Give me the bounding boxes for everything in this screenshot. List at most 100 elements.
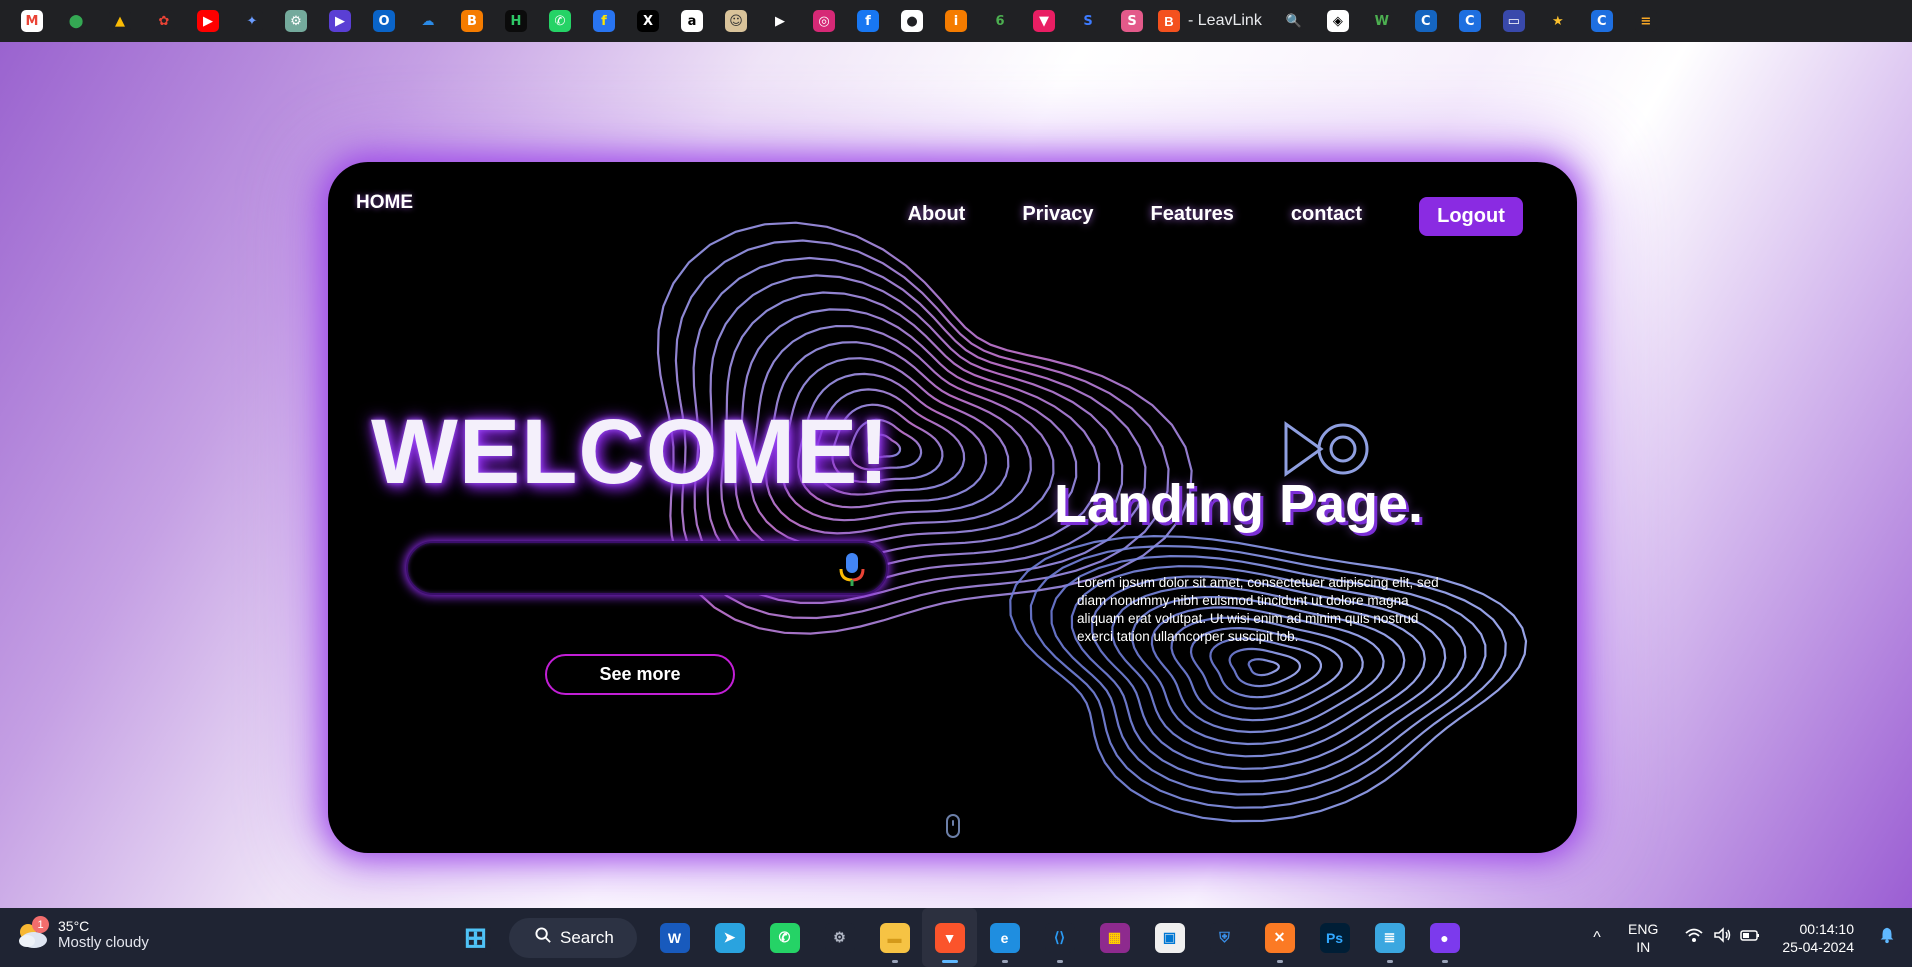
avatar-bookmark-icon[interactable]: ☺ — [714, 0, 758, 42]
nav-about[interactable]: About — [908, 203, 966, 226]
c-blue-2-icon[interactable]: C — [1580, 0, 1624, 42]
search-input[interactable] — [406, 541, 888, 595]
whatsapp-icon[interactable]: ✆ — [538, 0, 582, 42]
s-blue-icon-glyph: S — [1077, 10, 1099, 32]
nav-privacy[interactable]: Privacy — [1022, 203, 1093, 226]
outlook-icon[interactable]: O — [362, 0, 406, 42]
bookmark-leavlink-label: - LeavLink — [1188, 12, 1262, 29]
xampp-app-icon-glyph: ✕ — [1264, 922, 1295, 953]
battery-icon[interactable] — [1736, 925, 1764, 950]
logout-button[interactable]: Logout — [1419, 197, 1523, 236]
star-face-icon-glyph: ★ — [1546, 10, 1569, 32]
google-drive-icon-glyph: ▲ — [109, 10, 131, 32]
clock[interactable]: 00:14:10 25-04-2024 — [1782, 920, 1854, 956]
amazon-icon[interactable]: a — [670, 0, 714, 42]
chatgpt-icon[interactable]: ⚙ — [274, 0, 318, 42]
settings-app-icon-glyph: ⚙ — [824, 922, 855, 953]
c-blue-icon[interactable]: C — [1448, 0, 1492, 42]
s-gradient-icon[interactable]: S — [1110, 0, 1154, 42]
whatsapp-icon-glyph: ✆ — [549, 10, 571, 32]
landing-card: HOME About Privacy Features contact Logo… — [328, 162, 1577, 853]
w-green-icon[interactable]: W — [1360, 0, 1404, 42]
github-desktop-app-icon[interactable]: ● — [1417, 908, 1472, 967]
weather-widget[interactable]: 1 35°C Mostly cloudy — [14, 916, 149, 952]
search-bookmark-icon-glyph: 🔍 — [1282, 10, 1305, 32]
notification-bell-icon[interactable] — [1872, 926, 1902, 949]
bookmark-leavlink[interactable]: B - LeavLink — [1154, 0, 1272, 42]
microphone-icon[interactable] — [832, 549, 872, 589]
start-button[interactable]: ⊞ — [448, 908, 503, 967]
codepen-icon[interactable]: ◈ — [1316, 0, 1360, 42]
language-indicator[interactable]: ENG IN — [1628, 920, 1658, 956]
youtube-icon[interactable]: ▶ — [186, 0, 230, 42]
page-background: HOME About Privacy Features contact Logo… — [0, 42, 1912, 908]
wave-contour — [1228, 647, 1302, 688]
bookmarks-bar: M ⬤ ▲ ✿ ▶ ✦ ⚙ ▶ O ☁ B H ✆ f Xa ☺ ▶ ◎ f ● i 6 ▼ S S B - LeavLink 🔍 ◈ W… — [0, 0, 1912, 42]
weather-condition: Mostly cloudy — [58, 933, 149, 951]
stack-icon-glyph: ≡ — [1634, 10, 1657, 32]
gemini-icon[interactable]: ✦ — [230, 0, 274, 42]
scroll-mouse-icon[interactable] — [946, 814, 960, 838]
top-nav: About Privacy Features contact Logout — [908, 192, 1523, 236]
github-icon[interactable]: ● — [890, 0, 934, 42]
instagram-icon[interactable]: ◎ — [802, 0, 846, 42]
file-explorer-app-icon[interactable]: ▬ — [867, 908, 922, 967]
gemini-icon-glyph: ✦ — [241, 10, 263, 32]
volume-icon[interactable] — [1708, 925, 1736, 950]
orange-i-icon[interactable]: i — [934, 0, 978, 42]
google-maps-icon[interactable]: ⬤ — [54, 0, 98, 42]
xampp-app-icon[interactable]: ✕ — [1252, 908, 1307, 967]
store-app-icon[interactable]: ▣ — [1142, 908, 1197, 967]
photoshop-app-icon[interactable]: Ps — [1307, 908, 1362, 967]
chevron-up-icon[interactable]: ^ — [1582, 929, 1612, 947]
telegram-app-icon[interactable]: ➤ — [702, 908, 757, 967]
cet-icon[interactable]: C — [1404, 0, 1448, 42]
wifi-icon[interactable] — [1680, 925, 1708, 950]
wave-contour — [1209, 637, 1322, 699]
running-indicator — [1441, 960, 1448, 963]
home-link[interactable]: HOME — [356, 192, 413, 214]
hackerrank-icon-glyph: H — [505, 10, 527, 32]
vscode-app-icon[interactable]: ⟨⟩ — [1032, 908, 1087, 967]
google-drive-icon[interactable]: ▲ — [98, 0, 142, 42]
facebook-icon[interactable]: f — [846, 0, 890, 42]
google-photos-icon[interactable]: ✿ — [142, 0, 186, 42]
word-app-icon[interactable]: W — [647, 908, 702, 967]
settings-app-icon[interactable]: ⚙ — [812, 908, 867, 967]
running-indicator — [891, 960, 898, 963]
pink-bookmark-icon[interactable]: ▼ — [1022, 0, 1066, 42]
stack-icon[interactable]: ≡ — [1624, 0, 1668, 42]
weather-temp: 35°C — [58, 917, 90, 934]
edge-app-icon[interactable]: e — [977, 908, 1032, 967]
onedrive-icon-glyph: ☁ — [417, 10, 439, 32]
flipkart-icon[interactable]: f — [582, 0, 626, 42]
brave-app-icon[interactable]: ▼ — [922, 908, 977, 967]
blogger-icon[interactable]: B — [450, 0, 494, 42]
s-blue-icon[interactable]: S — [1066, 0, 1110, 42]
star-face-icon[interactable]: ★ — [1536, 0, 1580, 42]
x-twitter-icon[interactable]: X — [626, 0, 670, 42]
nav-contact[interactable]: contact — [1291, 203, 1362, 226]
nav-features[interactable]: Features — [1151, 203, 1234, 226]
gmail-icon[interactable]: M — [10, 0, 54, 42]
whatsapp-app-icon[interactable]: ✆ — [757, 908, 812, 967]
search-bookmark-icon[interactable]: 🔍 — [1272, 0, 1316, 42]
swirl-icon[interactable]: 6 — [978, 0, 1022, 42]
window-icon[interactable]: ▭ — [1492, 0, 1536, 42]
hackerrank-icon[interactable]: H — [494, 0, 538, 42]
welcome-heading: WELCOME! — [371, 401, 891, 503]
see-more-button[interactable]: See more — [545, 654, 735, 695]
onedrive-icon[interactable]: ☁ — [406, 0, 450, 42]
google-photos-icon-glyph: ✿ — [153, 10, 175, 32]
winrar-app-icon[interactable]: ▦ — [1087, 908, 1142, 967]
copilot-icon[interactable]: ▶ — [318, 0, 362, 42]
notepad-app-icon[interactable]: ≣ — [1362, 908, 1417, 967]
play-icon[interactable]: ▶ — [758, 0, 802, 42]
defender-app-icon[interactable]: ⛨ — [1197, 908, 1252, 967]
blogger-icon-glyph: B — [461, 10, 483, 32]
winrar-app-icon-glyph: ▦ — [1099, 922, 1130, 953]
edge-app-icon-glyph: e — [989, 922, 1020, 953]
clock-time: 00:14:10 — [1799, 920, 1855, 937]
taskbar-search-button[interactable]: Search — [509, 917, 637, 958]
play-icon-glyph: ▶ — [769, 10, 791, 32]
